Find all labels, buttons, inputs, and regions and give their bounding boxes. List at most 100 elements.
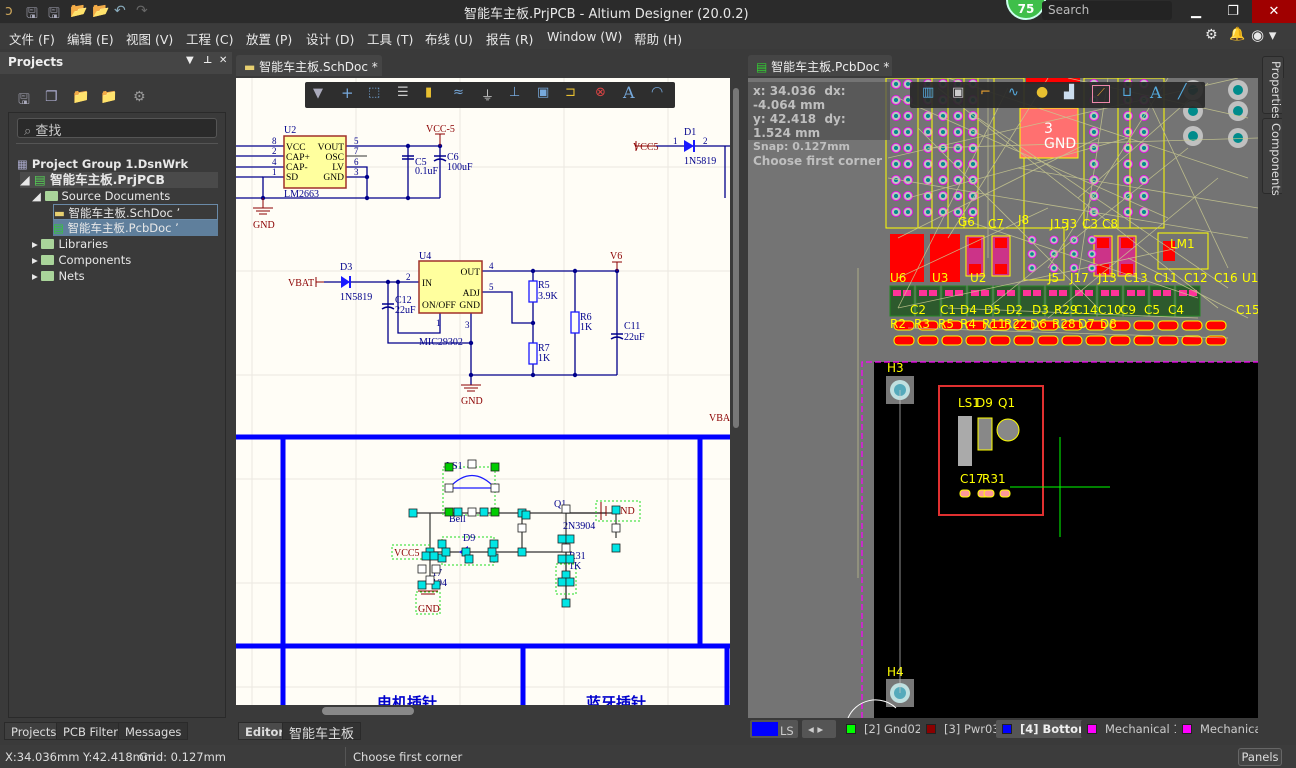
menu-project[interactable]: 工程 (C): [186, 29, 233, 48]
filter-icon[interactable]: ▼: [313, 86, 323, 101]
select-area-icon[interactable]: ⬚: [368, 85, 380, 100]
folder-settings-icon[interactable]: 📁: [100, 89, 117, 105]
smd-resistor: [1205, 320, 1227, 331]
close-button[interactable]: ✕: [1252, 0, 1296, 23]
menu-design[interactable]: 设计 (D): [306, 29, 354, 48]
designator-label: C11: [1154, 271, 1178, 285]
svg-text:4: 4: [489, 261, 494, 271]
arc-icon[interactable]: ◠: [651, 84, 663, 100]
settings-icon[interactable]: ⚙: [1205, 27, 1218, 43]
schematic-vertical-scrollbar[interactable]: [730, 78, 742, 705]
layer-tab-pwr03[interactable]: [3] Pwr03: [920, 720, 1006, 738]
tab-pcbdoc[interactable]: ▤ 智能车主板.PcbDoc *: [748, 55, 892, 76]
polygon-icon[interactable]: ▟: [1064, 85, 1074, 100]
pad-hole: [970, 161, 976, 167]
tab-properties[interactable]: Properties: [1262, 56, 1284, 119]
gnd-power-port[interactable]: GND: [253, 220, 275, 231]
tree-item-components[interactable]: ▸ Components: [32, 252, 131, 268]
part-icon[interactable]: ▮: [425, 85, 432, 100]
pad-hole: [925, 113, 931, 119]
pin-button[interactable]: ⊥: [203, 55, 212, 66]
selection-handle: [489, 539, 499, 549]
svg-text:1: 1: [272, 167, 277, 177]
tab-sheet[interactable]: 智能车主板: [282, 722, 362, 742]
dimension-icon[interactable]: ⊔: [1122, 85, 1132, 100]
tree-item-project[interactable]: ◢ ▤ 智能车主板.PrjPCB: [20, 172, 218, 188]
tree-item-libraries[interactable]: ▸ Libraries: [32, 236, 108, 252]
smd-pad: [945, 290, 953, 296]
draw-line-icon[interactable]: ╱: [1178, 84, 1186, 100]
svg-text:5: 5: [354, 136, 359, 146]
text-icon[interactable]: A: [623, 83, 635, 102]
menu-window[interactable]: Window (W): [547, 29, 622, 44]
tree-item-pcbdoc[interactable]: ▤ 智能车主板.PcbDoc ʼ: [53, 220, 218, 236]
schematic-canvas[interactable]: U2 LM2663 8241 5763 VCC CAP+ CAP- SD VOUT OS…: [236, 78, 730, 705]
pcb-canvas[interactable]: U6 U3 U2 J5 J17 J13 C13 C11 C12 C16 U1 C2 C1 D4 D5 D2 D3…: [748, 78, 1258, 718]
diff-pair-icon[interactable]: ∿: [1008, 85, 1019, 100]
save-project-icon[interactable]: 🖫: [18, 89, 30, 113]
svg-text:GND: GND: [461, 396, 483, 407]
sheet-symbol-icon[interactable]: ▣: [537, 85, 549, 100]
panels-button[interactable]: Panels: [1238, 748, 1282, 766]
port-icon[interactable]: ⊐: [565, 85, 576, 100]
selection-handle: [561, 598, 571, 608]
wire-icon[interactable]: ≈: [453, 85, 464, 100]
route-icon[interactable]: ⌐: [980, 85, 991, 100]
power-port-icon[interactable]: ⏚: [481, 85, 494, 104]
svg-text:GND: GND: [418, 604, 440, 615]
layer-tab-mechanical-1[interactable]: Mechanical 1: [1081, 720, 1187, 738]
tree-item-source-documents[interactable]: ◢ Source Documents: [32, 188, 170, 204]
tab-pcb-filter[interactable]: PCB Filter: [56, 722, 125, 740]
menu-reports[interactable]: 报告 (R): [486, 29, 533, 48]
menu-edit[interactable]: 编辑 (E): [67, 29, 114, 48]
notifications-icon[interactable]: 🔔: [1229, 27, 1245, 42]
no-erc-icon[interactable]: ⊗: [595, 85, 606, 100]
line-icon[interactable]: ⟋: [1092, 85, 1110, 103]
gear-icon[interactable]: ⚙: [133, 89, 146, 105]
tab-messages[interactable]: Messages: [118, 722, 189, 740]
schematic-horizontal-scrollbar[interactable]: [236, 705, 742, 718]
menu-file[interactable]: 文件 (F): [9, 29, 55, 48]
tab-components[interactable]: Components: [1262, 118, 1284, 196]
copy-icon[interactable]: ❐: [45, 89, 58, 105]
vcc-5-power-port[interactable]: VCC-5: [426, 124, 455, 135]
redo-icon[interactable]: ↷: [136, 3, 148, 19]
menu-route[interactable]: 布线 (U): [425, 29, 473, 48]
text-icon[interactable]: A: [1150, 83, 1162, 102]
account-icon[interactable]: ◉ ▾: [1251, 26, 1276, 44]
tab-schdoc[interactable]: ▬ 智能车主板.SchDoc *: [236, 55, 382, 76]
restore-button[interactable]: ❐: [1215, 0, 1251, 23]
folder-search-icon[interactable]: 📁: [72, 89, 89, 105]
minimize-button[interactable]: ▁: [1178, 0, 1214, 23]
svg-text:GND: GND: [459, 301, 480, 311]
tree-item-schdoc[interactable]: ▬ 智能车主板.SchDoc ʼ: [53, 204, 218, 220]
tab-projects[interactable]: Projects: [4, 722, 64, 740]
menu-view[interactable]: 视图 (V): [126, 29, 173, 48]
layer-tab-mechanical[interactable]: Mechanica: [1176, 720, 1258, 738]
layer-tab-gnd02[interactable]: [2] Gnd02: [840, 720, 929, 738]
menu-help[interactable]: 帮助 (H): [634, 29, 682, 48]
panel-menu-button[interactable]: ▼: [186, 55, 194, 66]
designator-label: C10: [1098, 303, 1122, 317]
chart-icon[interactable]: ▥: [922, 85, 934, 100]
project-search-input[interactable]: ⌕ 查找: [17, 118, 217, 139]
menu-tools[interactable]: 工具 (T): [367, 29, 413, 48]
bus-icon[interactable]: ⊥: [509, 85, 520, 100]
menu-place[interactable]: 放置 (P): [246, 29, 292, 48]
selection-handle: [565, 554, 575, 564]
open-icon[interactable]: 📂: [70, 3, 87, 19]
tree-item-project-group[interactable]: ▦ Project Group 1.DsnWrk: [17, 156, 188, 172]
current-layer-indicator[interactable]: LS: [750, 720, 798, 738]
align-icon[interactable]: ☰: [397, 85, 409, 100]
pcb-scrollbar[interactable]: [1282, 78, 1294, 718]
pad-hole: [1072, 252, 1076, 256]
panel-close-button[interactable]: ✕: [219, 55, 227, 66]
component-icon[interactable]: ▣: [952, 85, 964, 100]
search-input[interactable]: Search: [1042, 1, 1172, 20]
open-project-icon[interactable]: 📂: [92, 3, 109, 19]
via-icon[interactable]: ●: [1036, 84, 1048, 100]
move-icon[interactable]: +: [341, 84, 354, 102]
layer-scroll-arrows[interactable]: ◂ ▸: [802, 720, 836, 738]
tree-item-nets[interactable]: ▸ Nets: [32, 268, 85, 284]
undo-icon[interactable]: ↶: [114, 3, 126, 19]
